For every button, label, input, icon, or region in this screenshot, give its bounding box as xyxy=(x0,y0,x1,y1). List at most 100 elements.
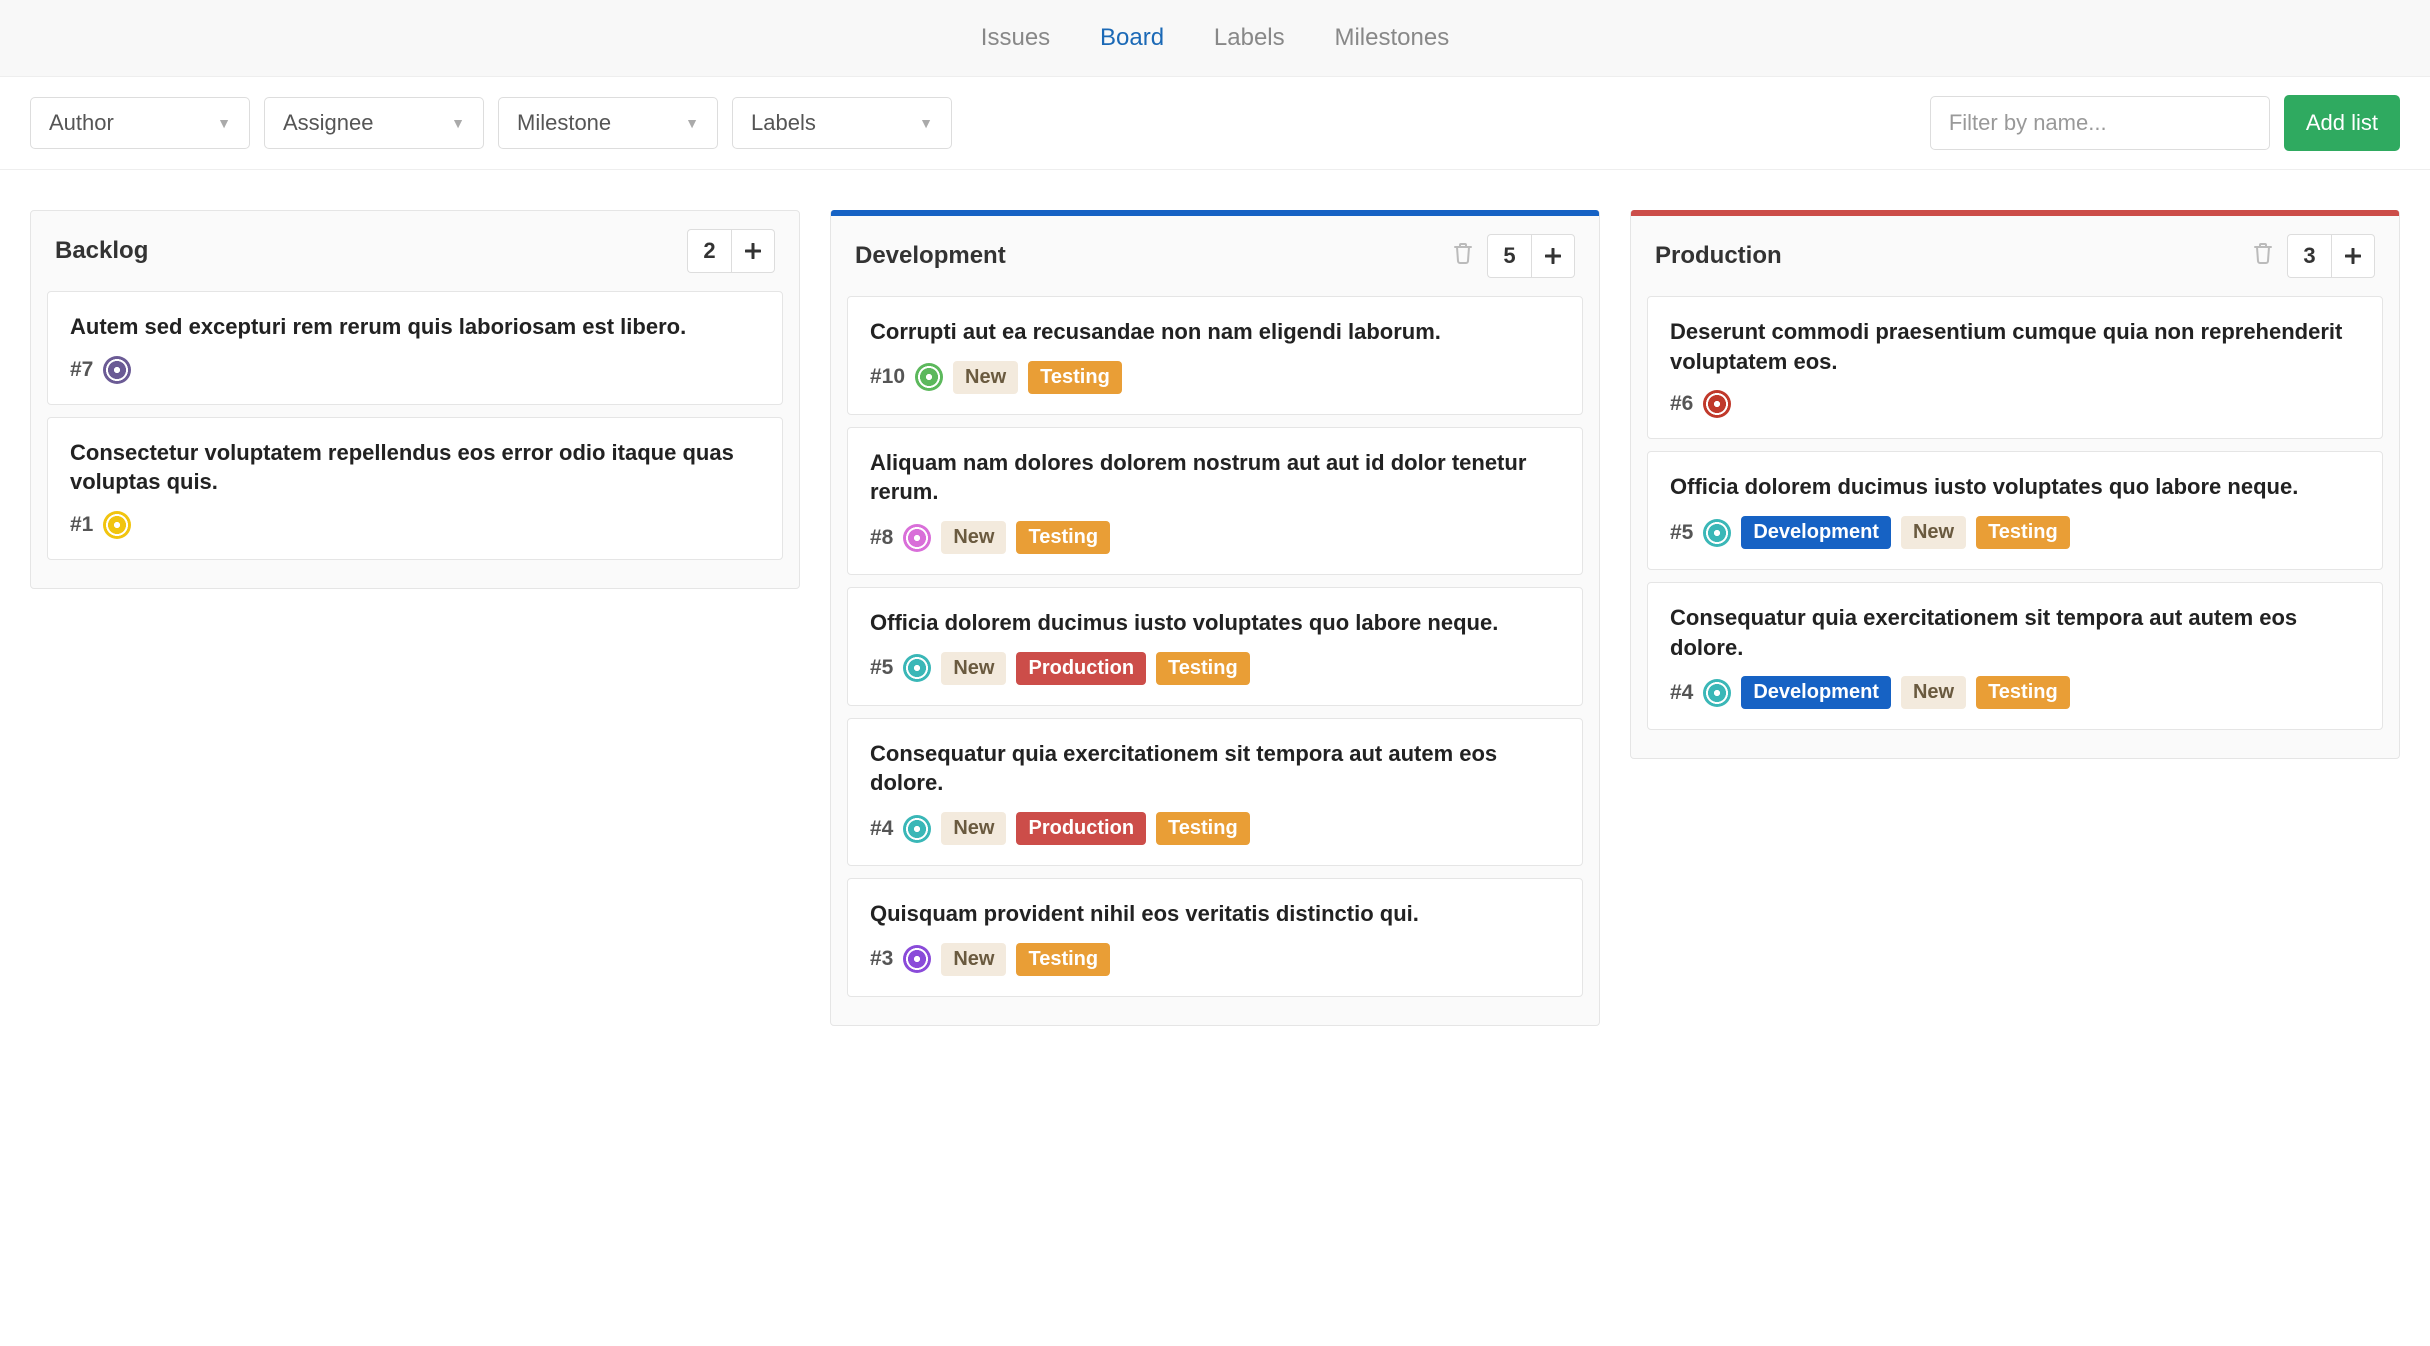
issue-label[interactable]: Production xyxy=(1016,812,1146,845)
nav-issues[interactable]: Issues xyxy=(959,24,1072,52)
assignee-avatar[interactable] xyxy=(903,945,931,973)
issue-label[interactable]: Testing xyxy=(1028,361,1122,394)
board-count: 3 xyxy=(2287,234,2331,278)
assignee-avatar[interactable] xyxy=(1703,519,1731,547)
caret-down-icon: ▼ xyxy=(685,115,699,131)
issue-label[interactable]: Production xyxy=(1016,652,1146,685)
filter-by-name-input[interactable] xyxy=(1930,96,2270,150)
issue-card[interactable]: Deserunt commodi praesentium cumque quia… xyxy=(1647,296,2383,439)
author-dropdown-label: Author xyxy=(49,110,114,136)
assignee-avatar[interactable] xyxy=(1703,390,1731,418)
assignee-avatar[interactable] xyxy=(903,654,931,682)
issue-label[interactable]: New xyxy=(1901,516,1966,549)
issue-meta: #7 xyxy=(70,356,760,384)
issue-card[interactable]: Consequatur quia exercitationem sit temp… xyxy=(847,718,1583,866)
issue-label[interactable]: Testing xyxy=(1016,943,1110,976)
issue-title: Consequatur quia exercitationem sit temp… xyxy=(870,739,1560,798)
issue-title: Autem sed excepturi rem rerum quis labor… xyxy=(70,312,760,342)
issue-id: #3 xyxy=(870,947,893,971)
issue-label[interactable]: New xyxy=(941,943,1006,976)
boards-container: Backlog 2 Autem sed excepturi rem rerum qu… xyxy=(0,170,2430,1066)
trash-icon[interactable] xyxy=(1453,242,1473,270)
nav-board[interactable]: Board xyxy=(1078,24,1186,52)
board-actions: 5 xyxy=(1453,234,1575,278)
issue-title: Deserunt commodi praesentium cumque quia… xyxy=(1670,317,2360,376)
assignee-dropdown[interactable]: Assignee ▼ xyxy=(264,97,484,149)
add-list-button[interactable]: Add list xyxy=(2284,95,2400,151)
caret-down-icon: ▼ xyxy=(451,115,465,131)
nav-labels[interactable]: Labels xyxy=(1192,24,1307,52)
assignee-avatar[interactable] xyxy=(903,524,931,552)
board-header: Production 3 xyxy=(1631,216,2399,296)
assignee-avatar[interactable] xyxy=(915,363,943,391)
trash-icon[interactable] xyxy=(2253,242,2273,270)
issue-meta: #8 New Testing xyxy=(870,521,1560,554)
assignee-avatar[interactable] xyxy=(903,815,931,843)
cards-list: Corrupti aut ea recusandae non nam elige… xyxy=(831,296,1599,1025)
issue-title: Quisquam provident nihil eos veritatis d… xyxy=(870,899,1560,929)
issue-label[interactable]: Testing xyxy=(1976,516,2070,549)
board-header: Development 5 xyxy=(831,216,1599,296)
assignee-avatar[interactable] xyxy=(1703,679,1731,707)
issue-label[interactable]: New xyxy=(1901,676,1966,709)
board-title: Backlog xyxy=(55,237,148,265)
milestone-dropdown-label: Milestone xyxy=(517,110,611,136)
board-title: Development xyxy=(855,242,1006,270)
issue-title: Corrupti aut ea recusandae non nam elige… xyxy=(870,317,1560,347)
issue-label[interactable]: Testing xyxy=(1016,521,1110,554)
issue-label[interactable]: New xyxy=(941,812,1006,845)
issue-card[interactable]: Aliquam nam dolores dolorem nostrum aut … xyxy=(847,427,1583,575)
issue-label[interactable]: Development xyxy=(1741,676,1891,709)
issue-meta: #10 New Testing xyxy=(870,361,1560,394)
add-card-button[interactable] xyxy=(1531,234,1575,278)
issue-label[interactable]: Testing xyxy=(1976,676,2070,709)
issue-label[interactable]: Testing xyxy=(1156,652,1250,685)
issue-card[interactable]: Corrupti aut ea recusandae non nam elige… xyxy=(847,296,1583,415)
issue-label[interactable]: New xyxy=(953,361,1018,394)
issue-meta: #4NewProductionTesting xyxy=(870,812,1560,845)
issue-card[interactable]: Autem sed excepturi rem rerum quis labor… xyxy=(47,291,783,405)
issue-label[interactable]: New xyxy=(941,652,1006,685)
issue-id: #10 xyxy=(870,365,905,389)
issue-card[interactable]: Officia dolorem ducimus iusto voluptates… xyxy=(1647,451,2383,570)
board-development: Development 5 Corrupti aut ea recusandae n… xyxy=(830,210,1600,1026)
milestone-dropdown[interactable]: Milestone ▼ xyxy=(498,97,718,149)
issue-title: Officia dolorem ducimus iusto voluptates… xyxy=(1670,472,2360,502)
issue-card[interactable]: Quisquam provident nihil eos veritatis d… xyxy=(847,878,1583,997)
cards-list: Deserunt commodi praesentium cumque quia… xyxy=(1631,296,2399,758)
author-dropdown[interactable]: Author ▼ xyxy=(30,97,250,149)
board-count: 5 xyxy=(1487,234,1531,278)
issue-meta: #1 xyxy=(70,511,760,539)
assignee-avatar[interactable] xyxy=(103,356,131,384)
issue-card[interactable]: Officia dolorem ducimus iusto voluptates… xyxy=(847,587,1583,706)
labels-dropdown[interactable]: Labels ▼ xyxy=(732,97,952,149)
issue-label[interactable]: Testing xyxy=(1156,812,1250,845)
board-header: Backlog 2 xyxy=(31,211,799,291)
issue-card[interactable]: Consequatur quia exercitationem sit temp… xyxy=(1647,582,2383,730)
cards-list: Autem sed excepturi rem rerum quis labor… xyxy=(31,291,799,588)
assignee-dropdown-label: Assignee xyxy=(283,110,374,136)
issue-title: Consectetur voluptatem repellendus eos e… xyxy=(70,438,760,497)
board-actions: 2 xyxy=(687,229,775,273)
add-card-button[interactable] xyxy=(731,229,775,273)
board-title: Production xyxy=(1655,242,1782,270)
issue-label[interactable]: New xyxy=(941,521,1006,554)
issue-id: #5 xyxy=(870,656,893,680)
issue-title: Aliquam nam dolores dolorem nostrum aut … xyxy=(870,448,1560,507)
board-count: 2 xyxy=(687,229,731,273)
issue-label[interactable]: Development xyxy=(1741,516,1891,549)
filter-bar: Author ▼ Assignee ▼ Milestone ▼ Labels ▼… xyxy=(0,77,2430,170)
issue-meta: #5DevelopmentNewTesting xyxy=(1670,516,2360,549)
labels-dropdown-label: Labels xyxy=(751,110,816,136)
nav-milestones[interactable]: Milestones xyxy=(1312,24,1471,52)
add-card-button[interactable] xyxy=(2331,234,2375,278)
issue-id: #7 xyxy=(70,358,93,382)
issue-id: #6 xyxy=(1670,392,1693,416)
issue-title: Consequatur quia exercitationem sit temp… xyxy=(1670,603,2360,662)
assignee-avatar[interactable] xyxy=(103,511,131,539)
issue-id: #8 xyxy=(870,526,893,550)
issue-meta: #5 New Production Testing xyxy=(870,652,1560,685)
issue-card[interactable]: Consectetur voluptatem repellendus eos e… xyxy=(47,417,783,560)
issue-meta: #3 New Testing xyxy=(870,943,1560,976)
issue-meta: #4DevelopmentNewTesting xyxy=(1670,676,2360,709)
